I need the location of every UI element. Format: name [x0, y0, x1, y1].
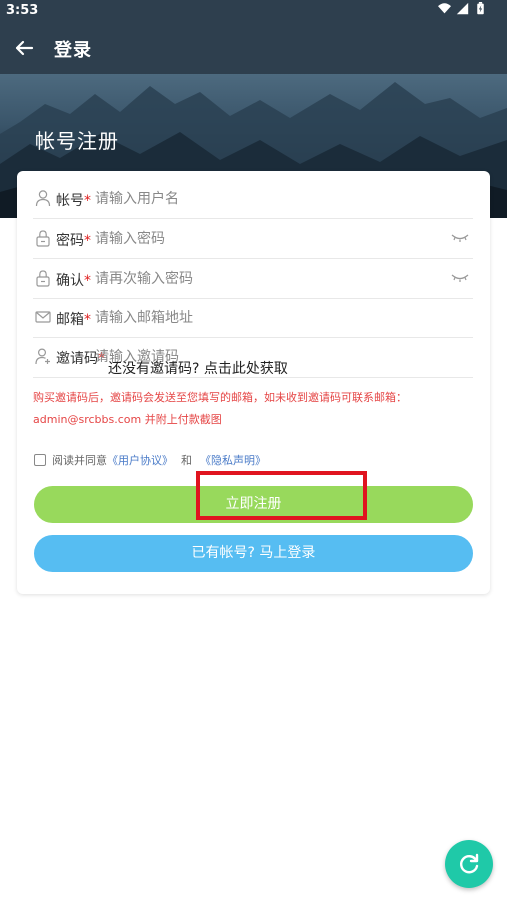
- back-arrow-icon[interactable]: [10, 34, 38, 62]
- app-bar-title: 登录: [54, 40, 92, 61]
- confirm-password-field: 确认*: [33, 259, 473, 299]
- confirm-password-input[interactable]: [95, 267, 435, 291]
- email-label: 邮箱*: [56, 312, 91, 328]
- password-label: 密码*: [56, 233, 91, 249]
- eye-closed-icon[interactable]: [451, 272, 469, 284]
- lock-icon: [36, 230, 50, 247]
- signal-icon: [456, 2, 469, 15]
- agree-prefix-text: 阅读并同意: [52, 454, 107, 467]
- battery-icon: [477, 2, 484, 15]
- agree-checkbox[interactable]: [34, 454, 46, 466]
- mail-icon: [35, 311, 51, 323]
- eye-closed-icon[interactable]: [451, 232, 469, 244]
- go-to-login-button[interactable]: 已有帐号? 马上登录: [34, 535, 473, 572]
- page-heading: 帐号注册: [35, 129, 119, 153]
- status-bar: 3:53: [0, 0, 507, 22]
- app-bar: 登录: [0, 22, 507, 74]
- register-button[interactable]: 立即注册: [34, 486, 473, 523]
- username-field: 帐号*: [33, 179, 473, 219]
- lock-icon: [36, 270, 50, 287]
- username-label: 帐号*: [56, 193, 91, 209]
- password-field: 密码*: [33, 219, 473, 259]
- wifi-icon: [438, 3, 451, 14]
- confirm-label: 确认*: [56, 273, 91, 289]
- status-icons: [438, 2, 487, 15]
- agree-and-text: 和: [181, 454, 192, 467]
- invite-code-field: 邀请码* 还没有邀请码? 点击此处获取: [33, 337, 473, 378]
- agreement-row: 阅读并同意 《用户协议》 和 《隐私声明》: [34, 452, 266, 468]
- add-user-icon: [35, 348, 50, 365]
- refresh-icon: [460, 853, 479, 874]
- email-field: 邮箱*: [33, 298, 473, 338]
- privacy-statement-link[interactable]: 《隐私声明》: [200, 452, 266, 468]
- status-time: 3:53: [6, 3, 39, 18]
- notice-line-2: admin@srcbbs.com 并附上付款截图: [33, 413, 222, 426]
- floating-action-button[interactable]: [445, 840, 493, 888]
- get-invite-code-link[interactable]: 还没有邀请码? 点击此处获取: [108, 358, 288, 378]
- invite-code-notice: 购买邀请码后，邀请码会发送至您填写的邮箱，如未收到邀请码可联系邮箱： admin…: [33, 387, 478, 431]
- username-input[interactable]: [95, 187, 435, 211]
- user-icon: [35, 190, 51, 207]
- notice-line-1: 购买邀请码后，邀请码会发送至您填写的邮箱，如未收到邀请码可联系邮箱：: [33, 391, 407, 404]
- user-agreement-link[interactable]: 《用户协议》: [107, 452, 173, 468]
- password-input[interactable]: [95, 227, 435, 251]
- register-form-card: 帐号* 密码* 确认* 邮箱*: [17, 171, 490, 594]
- email-input[interactable]: [95, 306, 435, 330]
